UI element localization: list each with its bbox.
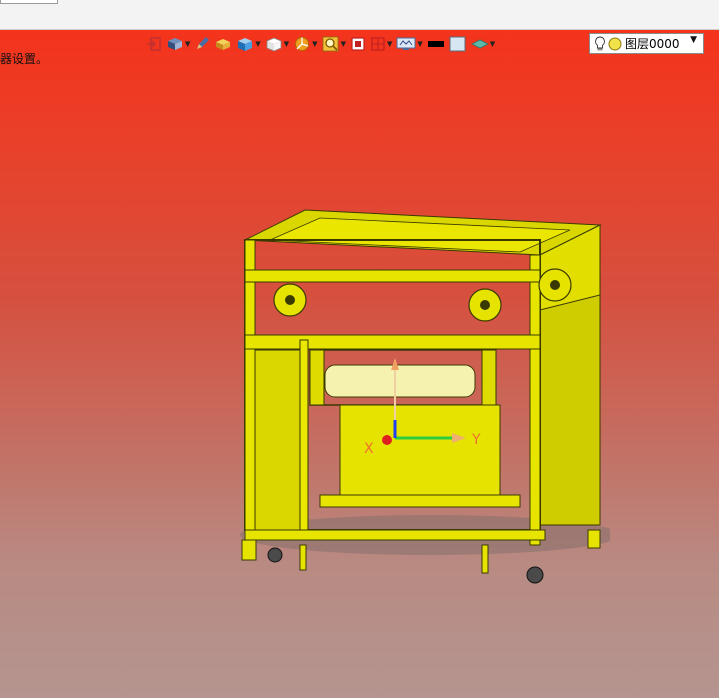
mid-beam	[244, 334, 541, 350]
chevron-down-icon[interactable]: ▼	[255, 40, 260, 48]
left-post-2	[299, 339, 309, 541]
z-axis-arrow	[391, 358, 399, 370]
chevron-down-icon[interactable]: ▼	[185, 40, 190, 48]
view-orientation-icon[interactable]: ▼	[166, 34, 190, 54]
foot-front-right	[481, 544, 489, 574]
x-axis-label: X	[364, 441, 374, 457]
roller-bracket-right	[481, 349, 497, 406]
chevron-down-icon[interactable]: ▼	[417, 40, 422, 48]
pulley-right-hub	[550, 280, 560, 290]
roller-bracket-left	[309, 349, 325, 406]
layer-dropdown[interactable]: 图层0000 ▼	[589, 33, 704, 54]
top-toolbar-strip	[0, 0, 719, 30]
top-input-field[interactable]	[0, 0, 58, 4]
y-axis-label: Y	[471, 432, 481, 448]
section-view-icon[interactable]: ▼	[293, 34, 318, 54]
chevron-down-icon[interactable]: ▼	[387, 40, 392, 48]
light-square-icon[interactable]	[449, 34, 467, 54]
lightbulb-icon[interactable]	[594, 36, 606, 52]
pulley-mid-hub	[480, 300, 490, 310]
right-panel	[539, 294, 601, 526]
foot-mid	[299, 544, 307, 571]
blue-cube-icon[interactable]: ▼	[236, 34, 261, 54]
machine-model[interactable]: X Y	[230, 200, 610, 600]
top-beam	[244, 269, 541, 283]
caster-left	[267, 547, 283, 563]
chevron-down-icon[interactable]: ▼	[341, 40, 346, 48]
x-axis-ball	[382, 435, 392, 445]
chevron-down-icon[interactable]: ▼	[490, 40, 495, 48]
hint-text: 器设置。	[0, 52, 49, 66]
white-cube-icon[interactable]: ▼	[265, 34, 289, 54]
black-rectangle-icon[interactable]	[427, 34, 445, 54]
foot-front-left	[241, 539, 257, 561]
view-toolbar: ▼ ▼ ▼ ▼ ▼ ▼ ▼ ▼	[146, 33, 499, 55]
surface-icon[interactable]: ▼	[470, 34, 495, 54]
pencil-icon[interactable]	[194, 34, 210, 54]
zoom-icon[interactable]: ▼	[322, 34, 346, 54]
lower-beam	[319, 494, 521, 508]
roller	[324, 364, 476, 398]
foot-back-right	[587, 529, 601, 549]
pulley-left-hub	[285, 295, 295, 305]
front-left-post	[244, 239, 256, 531]
chevron-down-icon[interactable]: ▼	[284, 40, 289, 48]
split-view-icon[interactable]: ▼	[370, 34, 392, 54]
exit-sketch-icon[interactable]	[146, 34, 162, 54]
chevron-down-icon[interactable]: ▼	[690, 35, 697, 45]
chevron-down-icon[interactable]: ▼	[312, 40, 317, 48]
front-right-post	[529, 254, 541, 546]
3d-viewport[interactable]: 器设置。 ▼ ▼ ▼ ▼ ▼ ▼ ▼ ▼ 图层0000 ▼ X Y	[0, 30, 719, 698]
left-bay	[254, 349, 301, 531]
layer-label: 图层0000	[625, 37, 680, 51]
caster-right	[526, 566, 544, 584]
display-settings-icon[interactable]: ▼	[396, 34, 423, 54]
fit-view-icon[interactable]	[350, 34, 366, 54]
shaded-box-icon[interactable]	[214, 34, 232, 54]
layer-color-icon[interactable]	[608, 37, 622, 51]
base-beam	[244, 529, 546, 541]
